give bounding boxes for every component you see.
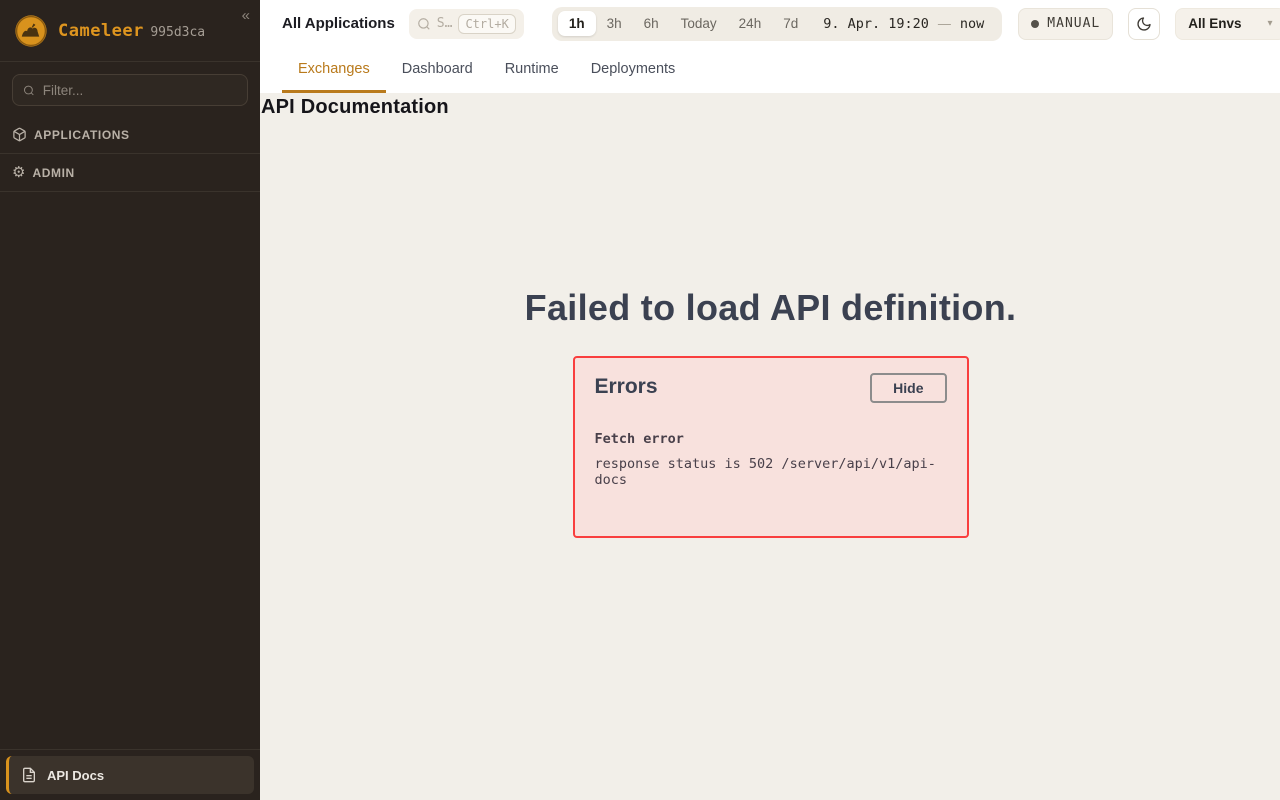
load-error-heading: Failed to load API definition. (261, 287, 1280, 329)
tab-deployments[interactable]: Deployments (575, 47, 692, 93)
sidebar-filter[interactable] (12, 74, 248, 106)
status-dot-icon (1031, 20, 1039, 28)
topbar-right: MANUAL All Envs ▾ admin (1018, 8, 1280, 40)
context-label: All Applications (282, 15, 395, 32)
time-range-bar: 1h 3h 6h Today 24h 7d 9. Apr. 19:20 — no… (552, 7, 1002, 41)
tabbar: Exchanges Dashboard Runtime Deployments (260, 47, 1280, 93)
errors-panel: Errors Hide Fetch error response status … (573, 356, 969, 538)
time-range-1h[interactable]: 1h (558, 11, 596, 36)
refresh-mode-button[interactable]: MANUAL (1018, 8, 1113, 40)
collapse-sidebar-icon[interactable]: « (242, 8, 250, 23)
search-shortcut-badge: Ctrl+K (458, 14, 515, 34)
swagger-area: Failed to load API definition. Errors Hi… (261, 287, 1280, 538)
content-area: API Documentation Failed to load API def… (260, 93, 1280, 800)
tab-dashboard[interactable]: Dashboard (386, 47, 489, 93)
error-title: Fetch error (595, 431, 947, 447)
section-label-admin: ADMIN (32, 166, 74, 180)
brand-suffix: 995d3ca (150, 25, 205, 40)
package-icon (12, 127, 27, 142)
time-range-24h[interactable]: 24h (728, 11, 773, 36)
tab-runtime[interactable]: Runtime (489, 47, 575, 93)
brand-name: Cameleer (58, 21, 144, 41)
document-icon (21, 767, 37, 783)
time-to: now (960, 16, 984, 32)
filter-input[interactable] (43, 83, 237, 98)
sidebar-item-api-docs[interactable]: API Docs (6, 756, 254, 794)
sidebar: Cameleer 995d3ca « APPLICATIONS ⚙ ADMIN (0, 0, 260, 800)
env-selected-value: All Envs (1188, 16, 1241, 31)
time-range-3h[interactable]: 3h (596, 11, 633, 36)
sidebar-bottom: API Docs (0, 749, 260, 800)
sidebar-header: Cameleer 995d3ca « (0, 0, 260, 62)
main-area: All Applications S… Ctrl+K 1h 3h 6h Toda… (260, 0, 1280, 800)
errors-panel-title: Errors (595, 373, 658, 399)
global-search[interactable]: S… Ctrl+K (409, 9, 524, 39)
topbar: All Applications S… Ctrl+K 1h 3h 6h Toda… (260, 0, 1280, 47)
brand-title: Cameleer 995d3ca (58, 21, 205, 41)
errors-panel-header: Errors Hide (595, 373, 947, 403)
page-title: API Documentation (261, 96, 1280, 119)
time-separator: — (938, 16, 951, 31)
time-from: 9. Apr. 19:20 (823, 16, 929, 32)
search-icon (23, 84, 35, 97)
search-icon (417, 17, 431, 31)
time-range-today[interactable]: Today (670, 11, 728, 36)
section-label-applications: APPLICATIONS (34, 128, 130, 142)
env-select[interactable]: All Envs ▾ (1175, 8, 1280, 40)
gear-icon: ⚙ (12, 165, 25, 180)
sidebar-section-admin[interactable]: ⚙ ADMIN (0, 154, 260, 192)
hide-errors-button[interactable]: Hide (870, 373, 946, 403)
error-message: response status is 502 /server/api/v1/ap… (595, 456, 947, 488)
search-placeholder: S… (437, 16, 453, 31)
dark-mode-toggle[interactable] (1128, 8, 1160, 40)
sidebar-spacer (0, 192, 260, 749)
time-range-dates[interactable]: 9. Apr. 19:20 — now (809, 16, 996, 32)
sidebar-item-label: API Docs (47, 768, 104, 783)
chevron-down-icon: ▾ (1268, 18, 1273, 29)
cameleer-logo-icon (14, 14, 48, 48)
time-range-6h[interactable]: 6h (633, 11, 670, 36)
time-range-7d[interactable]: 7d (772, 11, 809, 36)
refresh-mode-label: MANUAL (1047, 16, 1100, 31)
tab-exchanges[interactable]: Exchanges (282, 47, 386, 93)
sidebar-section-applications[interactable]: APPLICATIONS (0, 116, 260, 154)
error-entry: Fetch error response status is 502 /serv… (595, 431, 947, 488)
moon-icon (1136, 16, 1152, 32)
